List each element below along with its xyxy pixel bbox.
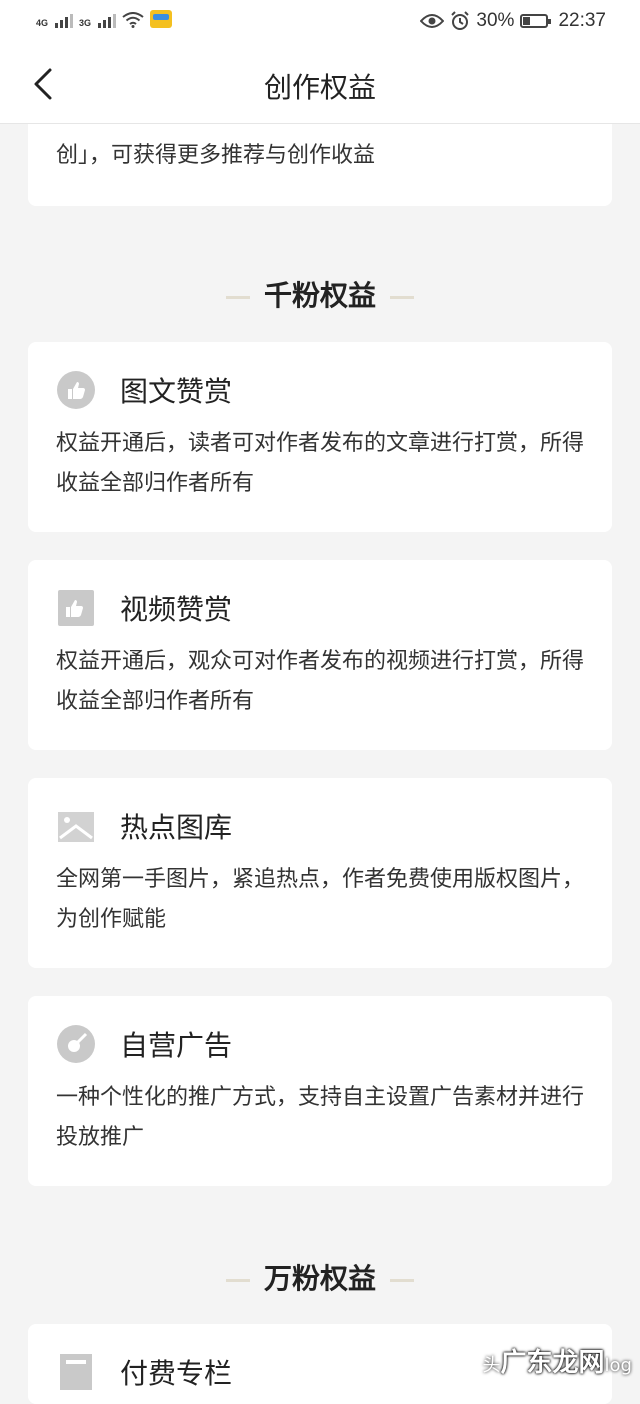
signal-icon-2: [98, 12, 117, 28]
benefit-card-redian-tuku[interactable]: 热点图库 全网第一手图片，紧追热点，作者免费使用版权图片，为创作赋能: [28, 778, 612, 968]
column-icon: [60, 1354, 92, 1390]
signal-icon: [55, 12, 74, 28]
nav-header: 创作权益: [0, 44, 640, 124]
battery-percent: 30%: [476, 10, 515, 31]
section-label: 万粉权益: [263, 1262, 376, 1295]
card-title: 热点图库: [120, 811, 233, 844]
page-title: 创作权益: [263, 71, 376, 104]
card-title: 图文赞赏: [120, 375, 233, 408]
section-label: 千粉权益: [263, 279, 376, 312]
card-description: 全网第一手图片，紧追热点，作者免费使用版权图片，为创作赋能: [56, 867, 585, 932]
wifi-icon: [122, 12, 144, 28]
card-title: 自营广告: [120, 1029, 233, 1062]
app-notification-icon: [150, 10, 173, 28]
battery-icon: [520, 14, 552, 28]
thumbs-up-circle-icon: [57, 371, 95, 409]
card-title: 付费专栏: [120, 1357, 233, 1390]
ad-circle-icon: [57, 1025, 95, 1063]
benefit-card-tuwen-zanshang[interactable]: 图文赞赏 权益开通后，读者可对作者发布的文章进行打赏，所得收益全部归作者所有: [28, 342, 612, 532]
card-title: 视频赞赏: [120, 593, 233, 626]
eye-icon: [420, 14, 445, 28]
card-description-tail: 创」，可获得更多推荐与创作收益: [56, 143, 376, 168]
benefit-card-ziying-guanggao[interactable]: 自营广告 一种个性化的推广方式，支持自主设置广告素材并进行投放推广: [28, 996, 612, 1186]
status-bar: 4G 3G 30% 22:37: [0, 0, 640, 44]
section-title-wanfen: 万粉权益: [0, 1257, 640, 1297]
network-type-1: 4G: [36, 18, 49, 28]
card-description: 权益开通后，读者可对作者发布的文章进行打赏，所得收益全部归作者所有: [56, 431, 585, 496]
network-type-2: 3G: [79, 18, 92, 28]
clock: 22:37: [558, 10, 606, 31]
benefit-card-shipin-zanshang[interactable]: 视频赞赏 权益开通后，观众可对作者发布的视频进行打赏，所得收益全部归作者所有: [28, 560, 612, 750]
card-description: 权益开通后，观众可对作者发布的视频进行打赏，所得收益全部归作者所有: [56, 649, 585, 714]
status-left: 4G 3G: [36, 10, 173, 28]
section-title-qianfen: 千粉权益: [0, 274, 640, 314]
image-gallery-icon: [58, 812, 94, 842]
alarm-icon: [451, 11, 470, 30]
card-description: 一种个性化的推广方式，支持自主设置广告素材并进行投放推广: [56, 1085, 585, 1150]
status-right: 30% 22:37: [420, 10, 606, 32]
watermark: 头广东龙网log: [482, 1348, 632, 1378]
thumbs-up-square-icon: [58, 590, 94, 626]
